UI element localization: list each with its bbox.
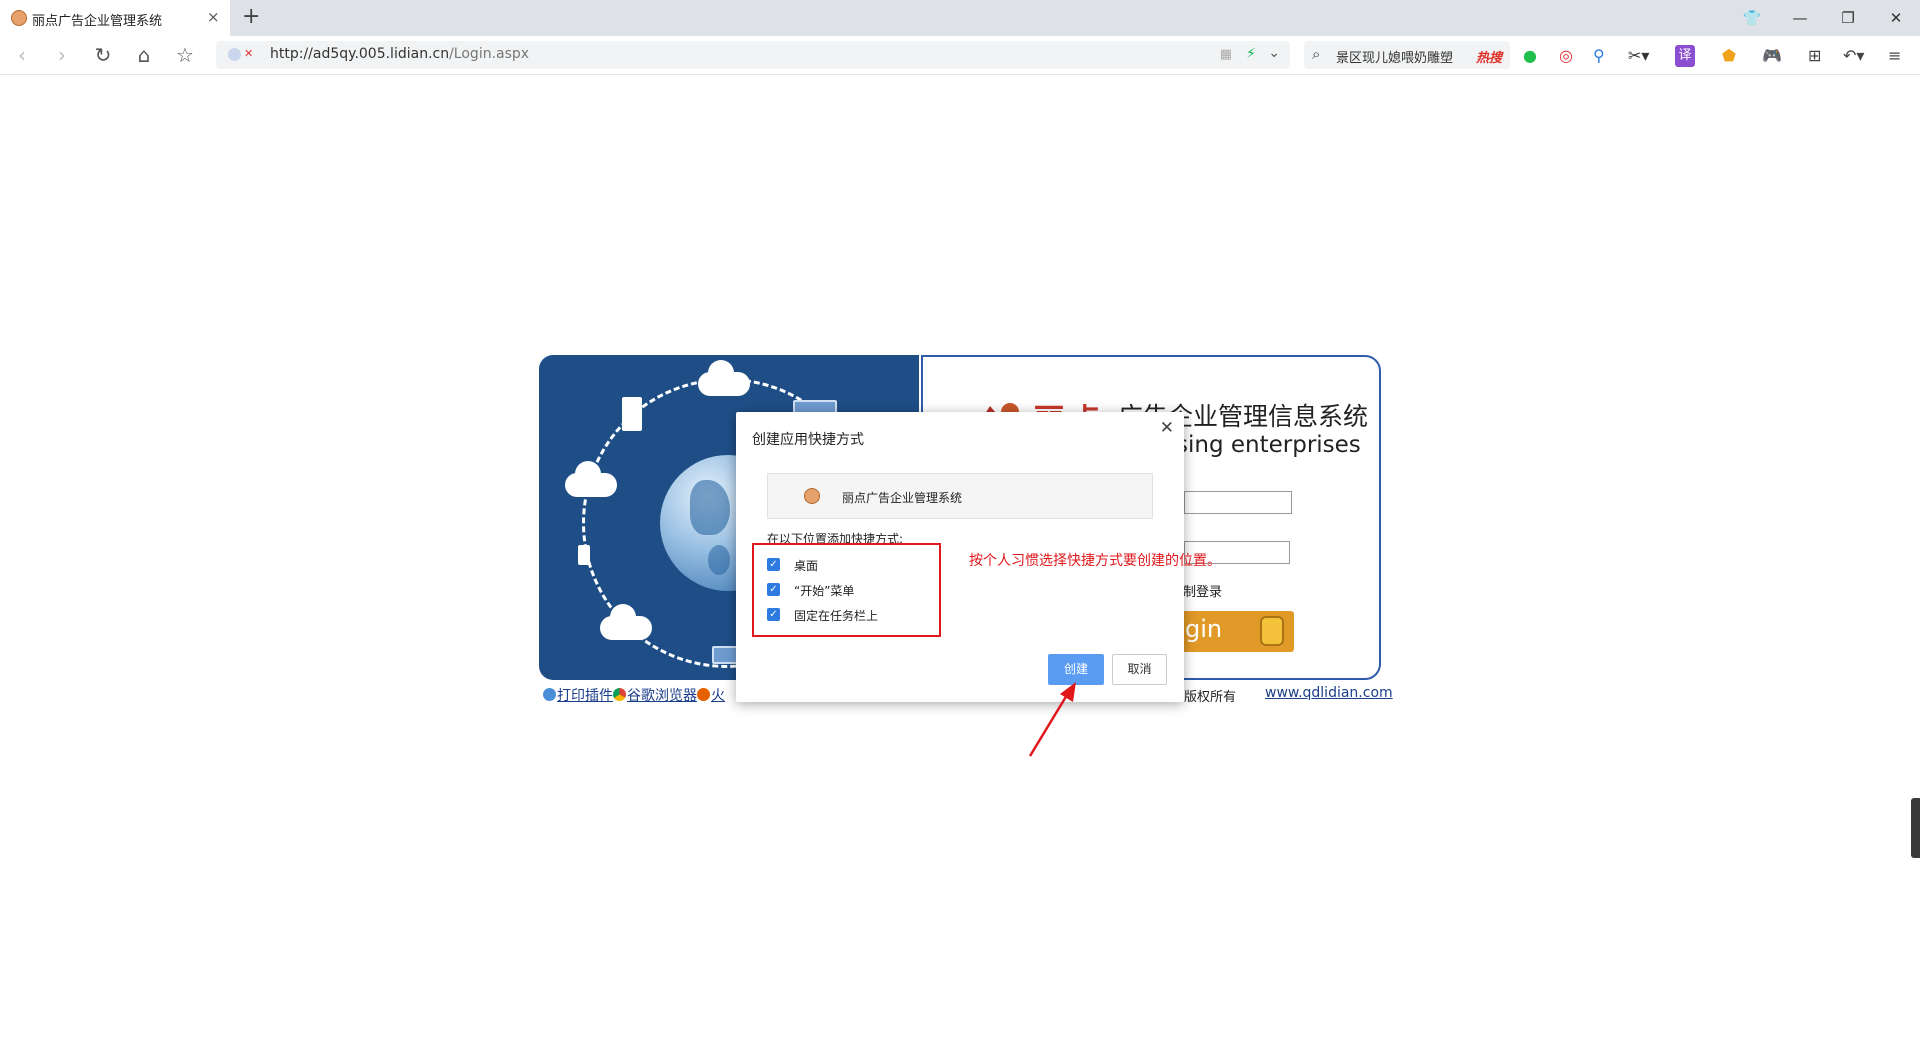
url-host: http://ad5qy.005.lidian.cn (270, 46, 450, 62)
cancel-button[interactable]: 取消 (1112, 654, 1167, 685)
lock-icon (1260, 616, 1284, 646)
login-button-label: gin (1185, 615, 1223, 643)
minimize-icon[interactable]: — (1776, 0, 1824, 36)
magnifier-ext-icon[interactable]: ⚲ (1593, 45, 1605, 67)
reload-icon[interactable]: ↻ (88, 36, 118, 74)
cloud-icon (600, 604, 652, 640)
side-panel-handle[interactable] (1911, 798, 1920, 858)
system-subtitle: sing enterprises (1176, 432, 1361, 458)
chat-ext-icon[interactable]: ● (1523, 45, 1537, 67)
url-path: /Login.aspx (449, 46, 530, 62)
scissors-icon[interactable]: ✂▾ (1628, 45, 1649, 67)
tab-title: 丽点广告企业管理系统 (32, 14, 163, 29)
translate-icon[interactable]: 译 (1675, 45, 1695, 67)
app-name: 丽点广告企业管理系统 (842, 491, 963, 505)
app-icon (804, 488, 820, 504)
app-info-row: 丽点广告企业管理系统 (767, 473, 1153, 519)
username-input[interactable] (1184, 491, 1292, 514)
window-close-icon[interactable]: ✕ (1872, 0, 1920, 36)
copyright-text: 版权所有 (1184, 690, 1237, 705)
back-icon[interactable]: ‹ (7, 36, 37, 74)
undo-icon[interactable]: ↶▾ (1843, 45, 1864, 67)
site-link[interactable]: www.qdlidian.com (1265, 685, 1393, 701)
firefox-link[interactable]: 火 (711, 688, 725, 704)
annotation-arrow-icon (1028, 682, 1076, 757)
cloud-icon (698, 360, 750, 396)
lightning-icon[interactable]: ⚡ (1246, 46, 1256, 62)
search-icon: ⌕ (1312, 45, 1321, 63)
dialog-title: 创建应用快捷方式 (752, 432, 864, 448)
site-favicon-icon (11, 10, 27, 26)
server-icon (622, 397, 642, 431)
apps-grid-icon[interactable]: ⊞ (1808, 45, 1821, 67)
tab-close-icon[interactable]: × (207, 8, 220, 26)
phone-icon (578, 545, 590, 565)
search-query: 景区现儿媳喂奶雕塑 (1336, 51, 1454, 66)
print-plugin-link[interactable]: 打印插件 (557, 688, 613, 704)
dialog-close-icon[interactable]: ✕ (1160, 418, 1174, 438)
restore-icon[interactable]: ❐ (1824, 0, 1872, 36)
block-ext-icon[interactable]: ◎ (1559, 45, 1573, 67)
skin-icon[interactable]: 👕 (1728, 0, 1776, 36)
tab-bar: 丽点广告企业管理系统 × + 👕 — ❐ ✕ (0, 0, 1920, 36)
chrome-icon (613, 688, 626, 701)
url-text: http://ad5qy.005.lidian.cn/Login.aspx (270, 46, 529, 62)
new-tab-button[interactable]: + (242, 4, 260, 29)
annotation-highlight-box (752, 543, 941, 637)
game-ext-icon[interactable]: 🎮 (1762, 45, 1782, 67)
not-secure-icon: ✕ (244, 47, 254, 60)
hot-search-badge: 热搜 (1475, 51, 1502, 66)
remember-login-label[interactable]: 制登录 (1183, 581, 1222, 600)
forward-icon[interactable]: › (47, 36, 77, 74)
qr-code-icon[interactable]: ▦ (1220, 47, 1232, 62)
search-box[interactable]: ⌕ 景区现儿媳喂奶雕塑 热搜 (1304, 41, 1510, 69)
globe-land (708, 545, 730, 575)
menu-icon[interactable]: ≡ (1888, 45, 1901, 67)
security-icon (228, 48, 241, 61)
chrome-link[interactable]: 谷歌浏览器 (627, 688, 697, 704)
footer-links: 打印插件 谷歌浏览器火 (543, 685, 725, 705)
dropdown-chevron-icon[interactable]: ⌄ (1268, 45, 1280, 61)
window-controls: 👕 — ❐ ✕ (1728, 0, 1920, 36)
browser-tab[interactable]: 丽点广告企业管理系统 × (0, 0, 230, 36)
bookmark-star-icon[interactable]: ☆ (170, 36, 200, 74)
cloud-icon (565, 461, 617, 497)
address-bar[interactable]: ✕ http://ad5qy.005.lidian.cn/Login.aspx … (216, 41, 1290, 69)
print-plugin-icon (543, 688, 556, 701)
home-icon[interactable]: ⌂ (129, 36, 159, 74)
login-button[interactable]: gin (1178, 611, 1294, 652)
coupon-ext-icon[interactable]: ⬟ (1722, 45, 1736, 67)
annotation-text: 按个人习惯选择快捷方式要创建的位置。 (969, 553, 1221, 569)
firefox-icon (697, 688, 710, 701)
